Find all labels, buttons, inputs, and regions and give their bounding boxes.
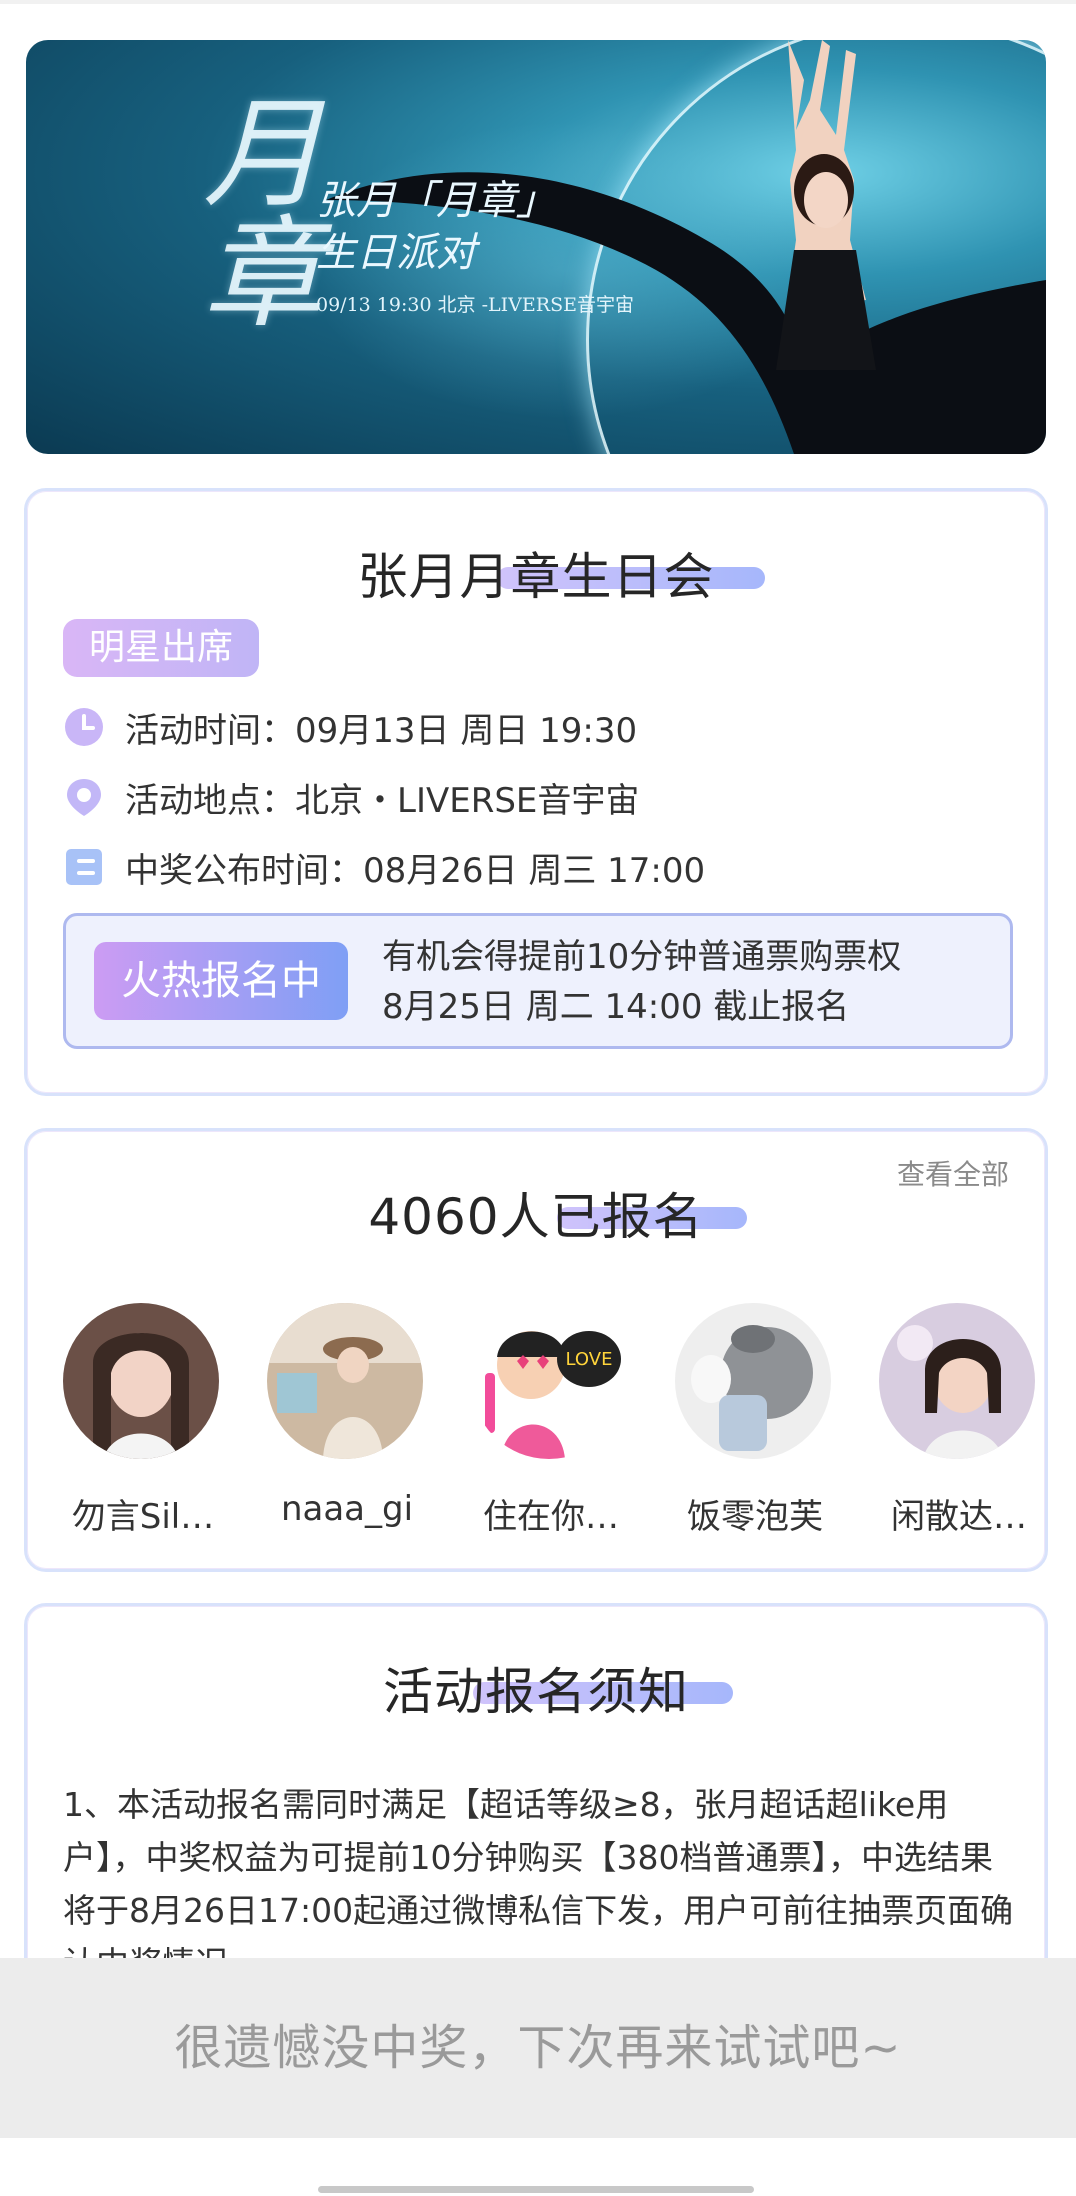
event-title-text: 张月月章生日会 <box>357 548 715 606</box>
announce-time-label: 中奖公布时间： <box>125 850 363 891</box>
notice-title-text: 活动报名须知 <box>383 1663 689 1721</box>
clock-icon <box>65 708 103 746</box>
signed-users-card: 查看全部 4060人已报名 勿言Sil… naaa_gi LOVE 住在你… 饭… <box>24 1128 1048 1572</box>
banner-title: 张月「月章」 生日派对 <box>316 175 576 279</box>
star-attend-badge: 明星出席 <box>63 619 259 677</box>
banner-title-line2: 生日派对 <box>316 230 476 276</box>
signed-count-title: 4060人已报名 <box>27 1177 1045 1249</box>
list-item[interactable]: 勿言Sil… <box>63 1303 223 1538</box>
lottery-result-bar: 很遗憾没中奖，下次再来试试吧~ <box>0 1958 1076 2138</box>
banner-title-line1: 张月「月章」 <box>316 178 556 224</box>
location-pin-icon <box>67 779 101 816</box>
banner-info: 09/13 19:30 北京 -LIVERSE音宇宙 <box>316 294 634 316</box>
svg-text:LOVE: LOVE <box>566 1349 613 1370</box>
event-time-label: 活动时间： <box>125 710 295 751</box>
event-info-card: 张月月章生日会 明星出席 活动时间： 09月13日 周日 19:30 活动地点：… <box>24 488 1048 1096</box>
calendar-icon <box>66 849 102 885</box>
event-place-row: 活动地点： 北京・LIVERSE音宇宙 <box>63 771 639 823</box>
home-indicator[interactable] <box>318 2186 754 2193</box>
banner-calligraphy: 月章 <box>182 90 321 330</box>
list-item[interactable]: 饭零泡芙 <box>675 1303 835 1538</box>
user-name: 饭零泡芙 <box>687 1497 823 1537</box>
user-name: naaa_gi <box>280 1489 414 1529</box>
avatar <box>63 1303 219 1459</box>
signed-count-text: 4060人已报名 <box>368 1188 704 1246</box>
signup-benefit-text: 有机会得提前10分钟普通票购票权 <box>382 937 902 977</box>
hot-signup-button[interactable]: 火热报名中 <box>94 942 348 1020</box>
list-item[interactable]: 闲散达… <box>879 1303 1039 1538</box>
avatar <box>879 1303 1035 1459</box>
list-item[interactable]: naaa_gi <box>267 1303 427 1529</box>
user-name: 勿言Sil… <box>71 1497 215 1537</box>
event-time-value: 09月13日 周日 19:30 <box>295 710 638 751</box>
banner-singer-figure <box>776 40 876 370</box>
avatar <box>267 1303 423 1459</box>
event-place-label: 活动地点： <box>125 780 295 821</box>
notice-title: 活动报名须知 <box>27 1652 1045 1724</box>
user-list: 勿言Sil… naaa_gi LOVE 住在你… 饭零泡芙 闲散达… <box>63 1303 1063 1537</box>
avatar <box>675 1303 831 1459</box>
event-title: 张月月章生日会 <box>27 537 1045 609</box>
signup-status-box: 火热报名中 有机会得提前10分钟普通票购票权 8月25日 周二 14:00 截止… <box>63 913 1013 1049</box>
top-divider <box>0 0 1076 4</box>
signup-description: 有机会得提前10分钟普通票购票权 8月25日 周二 14:00 截止报名 <box>382 932 1002 1032</box>
event-time-row: 活动时间： 09月13日 周日 19:30 <box>63 701 637 753</box>
user-name: 闲散达… <box>891 1497 1027 1537</box>
announce-time-value: 08月26日 周三 17:00 <box>363 850 706 891</box>
user-name: 住在你… <box>483 1497 619 1537</box>
event-place-value: 北京・LIVERSE音宇宙 <box>295 780 640 821</box>
event-banner[interactable]: 月章 张月「月章」 生日派对 09/13 19:30 北京 -LIVERSE音宇… <box>26 40 1046 454</box>
list-item[interactable]: LOVE 住在你… <box>471 1303 631 1538</box>
announce-time-row: 中奖公布时间： 08月26日 周三 17:00 <box>63 841 705 893</box>
avatar: LOVE <box>471 1303 627 1459</box>
signup-deadline-text: 8月25日 周二 14:00 截止报名 <box>382 987 850 1027</box>
